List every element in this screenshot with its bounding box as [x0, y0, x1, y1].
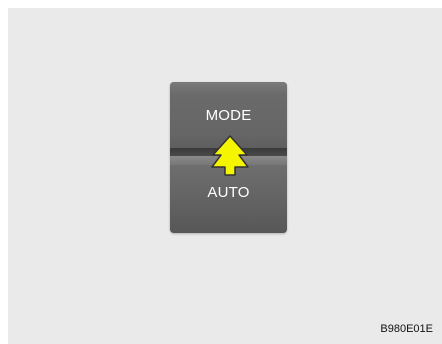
mode-label: MODE	[205, 107, 252, 124]
mode-switch[interactable]: MODE AUTO	[170, 82, 287, 233]
auto-label: AUTO	[207, 184, 250, 201]
up-arrow-icon	[211, 135, 249, 176]
figure-code: B980E01E	[380, 323, 433, 335]
illustration-panel: MODE AUTO B980E01E	[8, 8, 442, 344]
